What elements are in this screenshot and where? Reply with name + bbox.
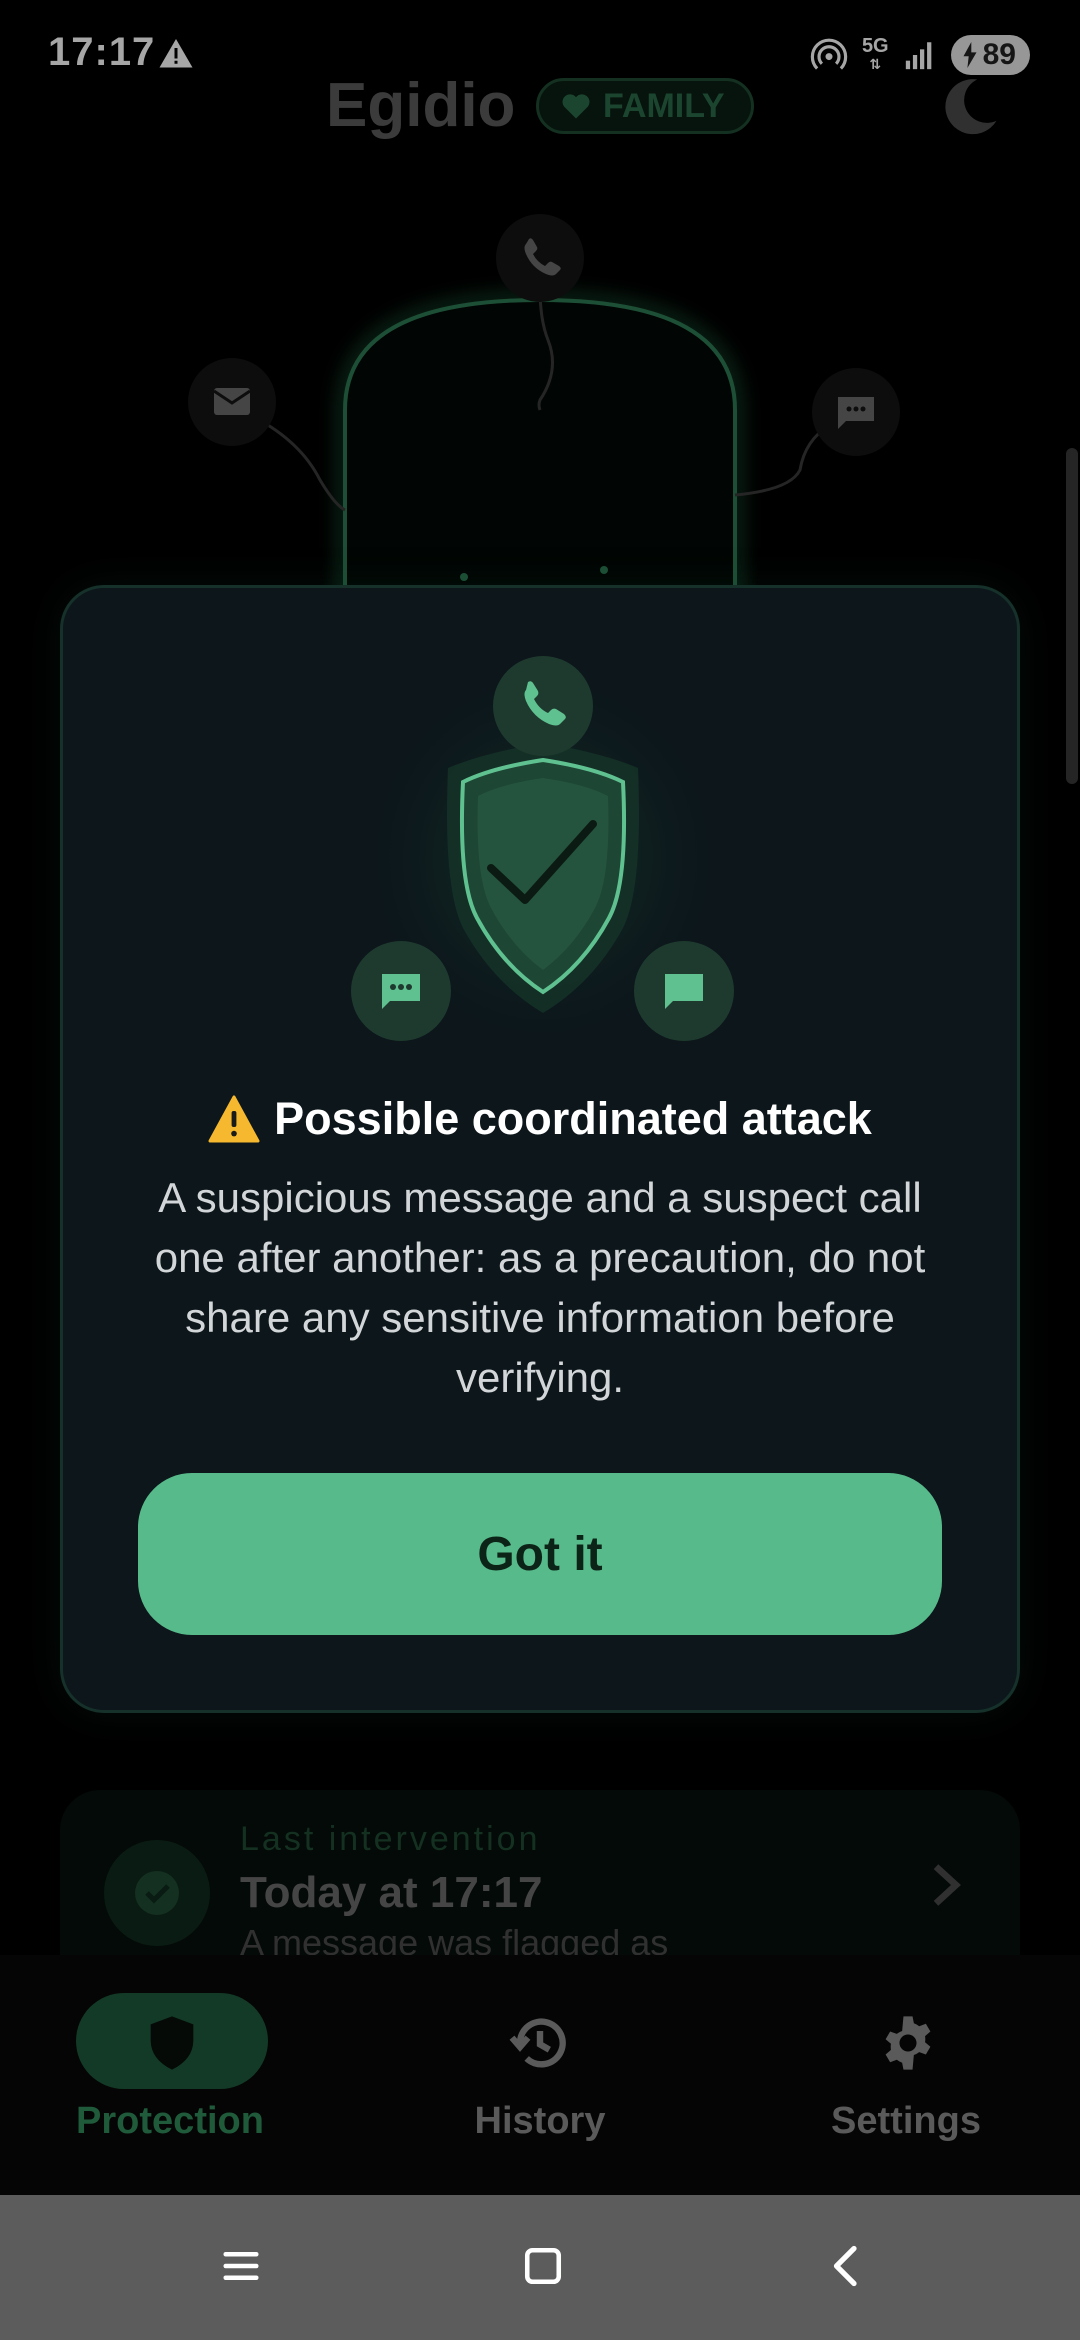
- home-square-icon[interactable]: [522, 2245, 564, 2287]
- gear-icon: [885, 2016, 931, 2070]
- nav-item-protection[interactable]: Protection: [20, 1955, 320, 2195]
- shield-icon: [150, 2016, 194, 2070]
- shield-illustration: [351, 656, 734, 1058]
- dialog-message: A suspicious message and a suspect call …: [154, 1174, 926, 1401]
- system-navigation-bar: [0, 2195, 1080, 2340]
- dialog-title: Possible coordinated attack: [0, 1090, 1080, 1145]
- nav-label-protection: Protection: [76, 2100, 264, 2142]
- chat-dots-node-icon: [351, 941, 451, 1041]
- warning-icon: [208, 1095, 260, 1143]
- got-it-button[interactable]: Got it: [138, 1473, 942, 1635]
- history-icon: [509, 2018, 566, 2068]
- chat-node-icon: [634, 941, 734, 1041]
- nav-item-history[interactable]: History: [390, 1955, 690, 2195]
- nav-label-settings: Settings: [831, 2100, 981, 2142]
- nav-item-settings[interactable]: Settings: [756, 1955, 1056, 2195]
- nav-label-history: History: [474, 2100, 606, 2142]
- bottom-navigation: Protection History Settings: [0, 1955, 1080, 2195]
- menu-icon[interactable]: [220, 2245, 262, 2287]
- back-icon[interactable]: [826, 2243, 868, 2289]
- phone-node-icon: [493, 656, 593, 756]
